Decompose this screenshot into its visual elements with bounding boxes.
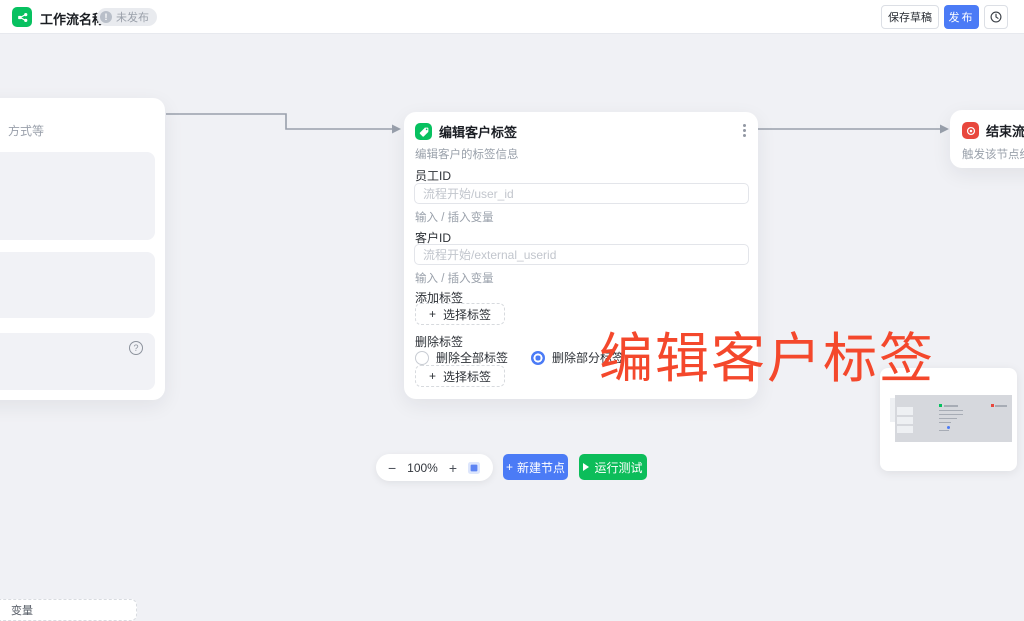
new-node-button[interactable]: + 新建节点 <box>503 454 568 480</box>
radio-remove-partial[interactable] <box>531 351 545 365</box>
zoom-level: 100% <box>406 461 439 475</box>
node-header: 结束流程 <box>962 121 1024 140</box>
node-description: 编辑客户的标签信息 <box>415 146 519 162</box>
tag-icon <box>415 123 432 140</box>
zoom-in-button[interactable]: + <box>449 461 457 475</box>
plus-icon: + <box>506 460 513 474</box>
end-flow-icon <box>962 122 979 139</box>
left-node-section-3: ? 变量 <box>0 333 155 390</box>
customer-id-input[interactable] <box>414 244 749 265</box>
left-node-section-1 <box>0 152 155 240</box>
status-badge-label: 未发布 <box>116 9 149 25</box>
remove-tags-options: 删除全部标签 删除部分标签 <box>415 349 624 366</box>
top-bar: 工作流名称 ! 未发布 保存草稿 发布 <box>0 0 1024 34</box>
left-node-variable-input[interactable]: 变量 <box>0 599 137 621</box>
minimap-node-end <box>991 404 994 407</box>
customer-id-hint: 输入 / 插入变量 <box>415 270 494 286</box>
plus-icon: + <box>429 369 436 383</box>
workflow-canvas[interactable]: 方式等 ? 变量 编辑客户标签 编辑客户的标签信息 员工ID 输入 / 插入变量… <box>0 0 1024 483</box>
save-draft-button[interactable]: 保存草稿 <box>881 5 939 29</box>
minimap-node-edit <box>939 404 942 407</box>
plus-icon: + <box>429 307 436 321</box>
select-tags-button-add[interactable]: + 选择标签 <box>415 303 505 325</box>
select-tags-button-remove[interactable]: + 选择标签 <box>415 365 505 387</box>
play-icon <box>583 463 589 471</box>
remove-tags-label: 删除标签 <box>415 333 463 350</box>
minimap-viewport[interactable] <box>895 395 1012 442</box>
workflow-title: 工作流名称 <box>40 9 105 28</box>
history-clock-icon[interactable] <box>984 5 1008 29</box>
status-badge: ! 未发布 <box>97 8 157 26</box>
more-menu-icon[interactable] <box>743 124 746 137</box>
run-test-button[interactable]: 运行测试 <box>579 454 647 480</box>
select-tags-label: 选择标签 <box>443 306 491 323</box>
zoom-toolbar: − 100% + <box>376 454 493 481</box>
left-node-description: 方式等 <box>8 122 44 139</box>
exclamation-icon: ! <box>100 11 112 23</box>
staff-id-label: 员工ID <box>415 167 451 184</box>
run-test-label: 运行测试 <box>594 459 642 476</box>
select-tags-label: 选择标签 <box>443 368 491 385</box>
workflow-logo-icon <box>12 7 32 27</box>
node-header: 编辑客户标签 <box>415 122 517 141</box>
help-icon[interactable]: ? <box>129 341 143 355</box>
staff-id-input[interactable] <box>414 183 749 204</box>
zoom-out-button[interactable]: − <box>388 461 396 475</box>
publish-button[interactable]: 发布 <box>944 5 979 29</box>
staff-id-hint: 输入 / 插入变量 <box>415 209 494 225</box>
node-title: 编辑客户标签 <box>439 122 517 141</box>
left-node-section-2 <box>0 252 155 318</box>
node-description: 触发该节点结束 <box>962 146 1024 162</box>
node-end-flow[interactable]: 结束流程 触发该节点结束 <box>950 110 1024 168</box>
fit-view-icon[interactable] <box>467 461 481 475</box>
node-flow-start-partial[interactable]: 方式等 ? 变量 <box>0 98 165 400</box>
radio-remove-all[interactable] <box>415 351 429 365</box>
annotation-text: 编辑客户标签 <box>599 314 935 393</box>
node-title: 结束流程 <box>986 121 1024 140</box>
new-node-label: 新建节点 <box>517 459 565 476</box>
radio-remove-all-label[interactable]: 删除全部标签 <box>436 349 508 366</box>
